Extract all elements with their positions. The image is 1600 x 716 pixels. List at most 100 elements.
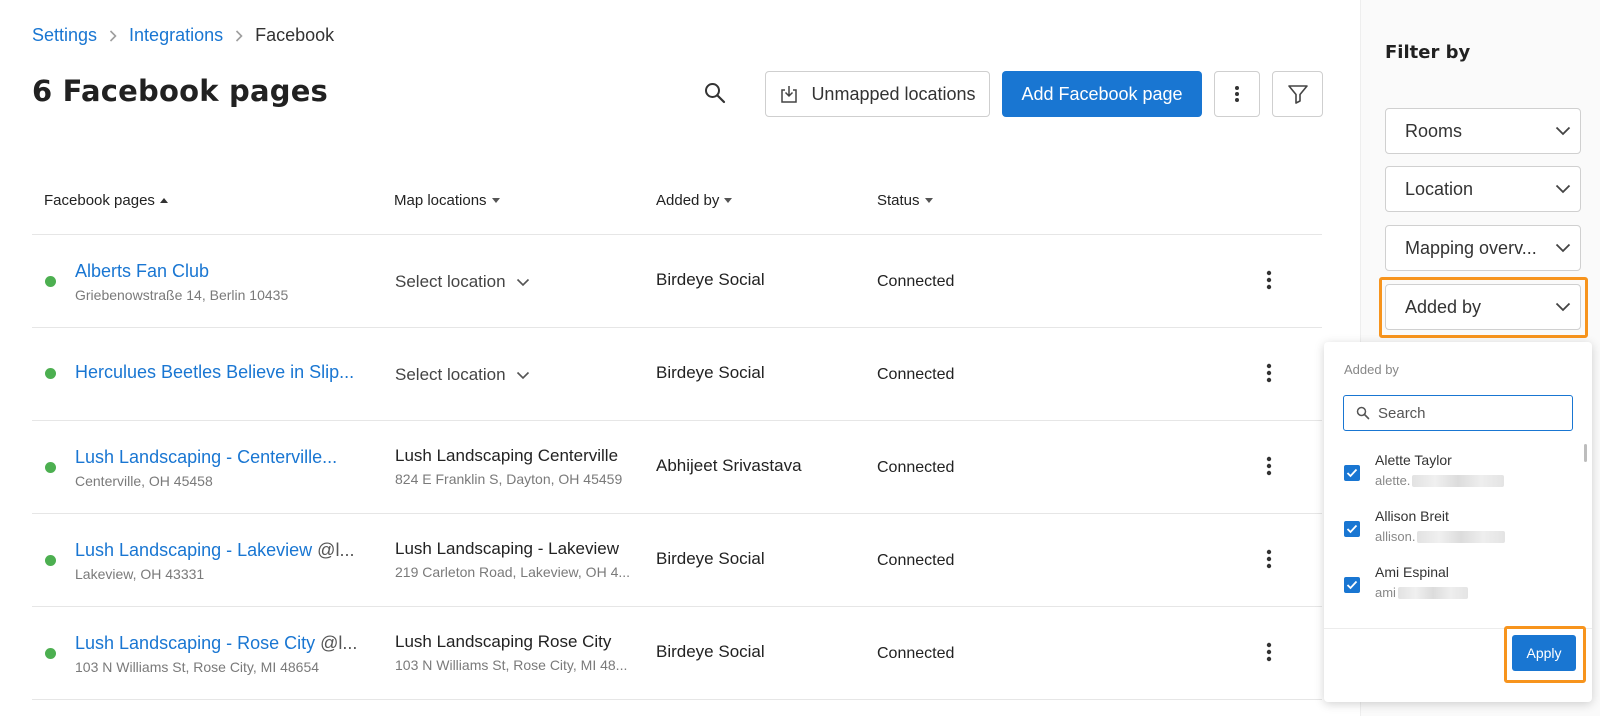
download-icon	[779, 84, 799, 104]
table-row: Herculues Beetles Believe in Slip... Sel…	[32, 328, 1322, 421]
row-more-button[interactable]	[1254, 358, 1284, 388]
user-email: allison.	[1375, 529, 1506, 544]
added-by-value: Birdeye Social	[656, 363, 765, 382]
column-header-added-by[interactable]: Added by	[656, 192, 733, 209]
page-address: Griebenowstraße 14, Berlin 10435	[75, 287, 289, 303]
table-row: Lush Landscaping - Centerville... Center…	[32, 421, 1322, 514]
chevron-down-icon	[516, 278, 530, 287]
chevron-down-icon	[1546, 126, 1580, 136]
dropdown-search-field[interactable]	[1343, 395, 1573, 431]
added-by-dropdown: Added by Alette Taylor alette. Allison B…	[1324, 342, 1592, 702]
row-more-button[interactable]	[1254, 451, 1284, 481]
column-header-map-locations[interactable]: Map locations	[394, 192, 500, 209]
dropdown-user-list: Alette Taylor alette. Allison Breit alli…	[1324, 442, 1592, 622]
mapped-location-address: 103 N Williams St, Rose City, MI 48...	[395, 657, 628, 673]
dropdown-header: Added by	[1344, 362, 1399, 377]
mapped-location-address: 824 E Franklin S, Dayton, OH 45459	[395, 471, 623, 487]
filter-panel-title: Filter by	[1385, 42, 1471, 63]
more-vertical-icon	[1266, 642, 1272, 662]
user-option-ami-espinal[interactable]: Ami Espinal ami	[1324, 557, 1584, 613]
facebook-page-link[interactable]: Alberts Fan Club	[75, 261, 365, 282]
user-name: Allison Breit	[1375, 508, 1449, 524]
filter-icon	[1287, 83, 1309, 105]
chevron-right-icon	[109, 29, 117, 42]
added-by-value: Birdeye Social	[656, 549, 765, 568]
breadcrumb-current: Facebook	[255, 25, 335, 45]
status-value: Connected	[877, 366, 955, 383]
unmapped-locations-label: Unmapped locations	[811, 83, 976, 104]
status-dot	[45, 555, 56, 566]
redacted-email	[1397, 586, 1468, 599]
table-header: Facebook pages Map locations Added by St…	[32, 170, 1322, 235]
row-more-button[interactable]	[1254, 265, 1284, 295]
search-icon	[1356, 406, 1370, 420]
search-icon	[703, 81, 727, 105]
added-by-value: Abhijeet Srivastava	[656, 456, 802, 475]
filter-rooms-select[interactable]: Rooms	[1385, 108, 1581, 154]
filter-mapping-overview-select[interactable]: Mapping overv...	[1385, 225, 1581, 271]
mapped-location-address: 219 Carleton Road, Lakeview, OH 4...	[395, 564, 631, 580]
dropdown-search-input[interactable]	[1378, 404, 1548, 422]
chevron-down-icon	[516, 371, 530, 380]
apply-highlight	[1504, 626, 1586, 683]
breadcrumb-integrations-link[interactable]: Integrations	[129, 25, 223, 46]
more-vertical-icon	[1266, 549, 1272, 569]
status-dot	[45, 648, 56, 659]
unmapped-locations-button[interactable]: Unmapped locations	[765, 71, 990, 117]
facebook-pages-table: Facebook pages Map locations Added by St…	[32, 170, 1322, 700]
table-row: Alberts Fan Club Griebenowstraße 14, Ber…	[32, 235, 1322, 328]
facebook-page-link[interactable]: Lush Landscaping - Rose City @l...	[75, 633, 365, 654]
filter-location-select[interactable]: Location	[1385, 166, 1581, 212]
sort-icon	[491, 198, 500, 203]
chevron-down-icon	[1546, 243, 1580, 253]
facebook-page-link[interactable]: Lush Landscaping - Centerville...	[75, 447, 365, 468]
user-email: alette.	[1375, 473, 1505, 488]
user-option-alette-taylor[interactable]: Alette Taylor alette.	[1324, 445, 1584, 501]
row-more-button[interactable]	[1254, 637, 1284, 667]
page-address: 103 N Williams St, Rose City, MI 48654	[75, 659, 320, 675]
user-name: Alette Taylor	[1375, 452, 1452, 468]
mapped-location-name: Lush Landscaping Centerville	[395, 446, 619, 465]
status-dot	[45, 462, 56, 473]
more-options-button[interactable]	[1214, 71, 1260, 117]
column-header-status[interactable]: Status	[877, 192, 933, 209]
row-more-button[interactable]	[1254, 544, 1284, 574]
table-row: Lush Landscaping - Lakeview @l... Lakevi…	[32, 514, 1322, 607]
more-vertical-icon	[1266, 363, 1272, 383]
status-dot	[45, 368, 56, 379]
add-facebook-page-button[interactable]: Add Facebook page	[1002, 71, 1202, 117]
page-address: Lakeview, OH 43331	[75, 566, 205, 582]
more-vertical-icon	[1266, 456, 1272, 476]
breadcrumb: Settings Integrations Facebook	[32, 25, 334, 46]
facebook-page-link[interactable]: Herculues Beetles Believe in Slip...	[75, 362, 365, 383]
user-email: ami	[1375, 585, 1468, 600]
page-title: 6 Facebook pages	[32, 74, 329, 108]
added-by-value: Birdeye Social	[656, 270, 765, 289]
checkbox-checked[interactable]	[1344, 465, 1360, 481]
sort-ascending-icon	[159, 198, 168, 203]
user-option-allison-breit[interactable]: Allison Breit allison.	[1324, 501, 1584, 557]
page-handle: @l...	[317, 540, 355, 560]
select-location-dropdown[interactable]: Select location	[395, 272, 530, 292]
column-header-facebook-pages[interactable]: Facebook pages	[44, 192, 168, 209]
breadcrumb-settings-link[interactable]: Settings	[32, 25, 97, 46]
status-value: Connected	[877, 552, 955, 569]
select-location-dropdown[interactable]: Select location	[395, 365, 530, 385]
facebook-page-link[interactable]: Lush Landscaping - Lakeview @l...	[75, 540, 365, 561]
mapped-location-name: Lush Landscaping - Lakeview	[395, 539, 619, 558]
page-handle: @l...	[320, 633, 358, 653]
status-dot	[45, 276, 56, 287]
status-value: Connected	[877, 273, 955, 290]
checkbox-checked[interactable]	[1344, 577, 1360, 593]
checkbox-checked[interactable]	[1344, 521, 1360, 537]
filter-toggle-button[interactable]	[1272, 71, 1323, 117]
added-by-highlight	[1379, 277, 1588, 338]
redacted-email	[1417, 530, 1506, 543]
more-vertical-icon	[1266, 270, 1272, 290]
added-by-value: Birdeye Social	[656, 642, 765, 661]
mapped-location-name: Lush Landscaping Rose City	[395, 632, 612, 651]
sort-icon	[924, 198, 933, 203]
search-button[interactable]	[700, 78, 730, 108]
page-address: Centerville, OH 45458	[75, 473, 213, 489]
status-value: Connected	[877, 459, 955, 476]
